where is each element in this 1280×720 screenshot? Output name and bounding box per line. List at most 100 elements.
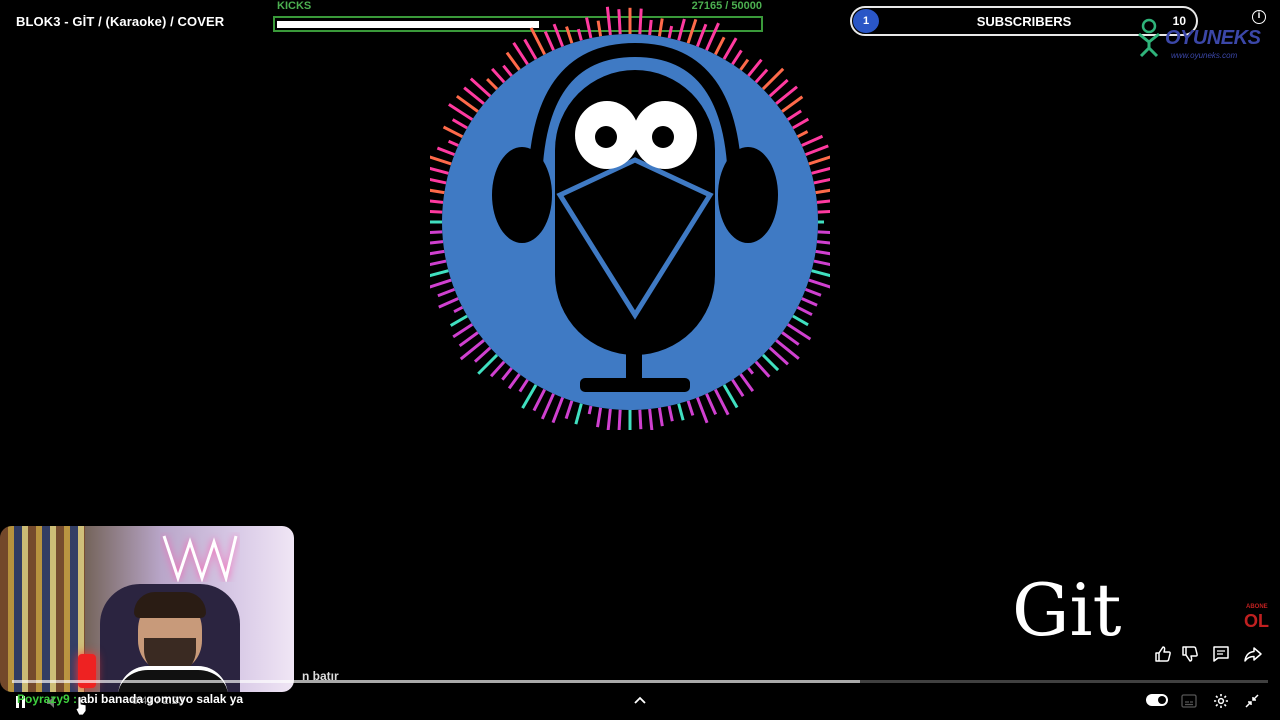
visualizer-ray bbox=[617, 409, 622, 430]
visualizer-ray bbox=[816, 199, 830, 204]
visualizer-ray bbox=[430, 230, 443, 234]
visualizer-ray bbox=[596, 407, 603, 428]
kicks-label: KICKS bbox=[277, 0, 312, 12]
visualizer-ray bbox=[551, 396, 565, 424]
subscribe-badge-top: ABONE bbox=[1246, 604, 1268, 610]
visualizer-ray bbox=[638, 409, 643, 430]
visualizer-ray bbox=[714, 36, 726, 56]
visualizer-ray bbox=[808, 278, 830, 289]
comment-icon[interactable] bbox=[1211, 644, 1231, 664]
visualizer-ray bbox=[739, 373, 755, 392]
webcam-background-shelf bbox=[0, 526, 85, 692]
chat-username: Poyrazy9 : bbox=[17, 692, 81, 706]
visualizer-ray bbox=[606, 408, 612, 430]
visualizer-ray bbox=[523, 38, 538, 60]
visualizer-ray bbox=[452, 323, 474, 339]
neon-sign-icon bbox=[162, 535, 238, 582]
visualizer-ray bbox=[722, 37, 738, 60]
chevron-up-icon[interactable] bbox=[632, 694, 648, 706]
share-icon[interactable] bbox=[1243, 644, 1263, 664]
visualizer-ray bbox=[430, 166, 449, 175]
visualizer-ray bbox=[438, 297, 459, 309]
thumbs-down-icon[interactable] bbox=[1180, 644, 1200, 664]
visualizer-ray bbox=[705, 393, 718, 416]
visualizer-ray bbox=[430, 177, 447, 185]
visualizer-ray bbox=[489, 360, 506, 378]
visualizer-ray bbox=[437, 287, 456, 298]
visualizer-ray bbox=[512, 41, 529, 66]
visualizer-ray bbox=[430, 188, 445, 195]
subscribe-badge: ABONE OL bbox=[1242, 604, 1276, 634]
logo-text: OYUNEKS bbox=[1165, 27, 1261, 49]
visualizer-ray bbox=[686, 18, 698, 44]
visualizer-ray bbox=[576, 28, 583, 41]
visualizer-ray bbox=[449, 314, 468, 327]
visualizer-ray bbox=[816, 240, 830, 245]
visualizer-ray bbox=[453, 306, 464, 313]
visualizer-ray bbox=[638, 8, 643, 35]
visualizer-ray bbox=[796, 306, 813, 317]
visualizer-ray bbox=[657, 18, 664, 37]
visualizer-ray bbox=[667, 25, 674, 39]
visualizer-ray bbox=[714, 388, 730, 416]
visualizer-ray bbox=[811, 166, 830, 175]
autoplay-toggle[interactable] bbox=[1146, 694, 1168, 706]
visualizer-ray bbox=[808, 155, 830, 166]
visualizer-ray bbox=[473, 346, 492, 363]
visualizer-ray bbox=[574, 403, 583, 425]
visualizer-ray bbox=[605, 6, 612, 36]
thumbs-up-icon[interactable] bbox=[1153, 644, 1173, 664]
visualizer-ray bbox=[596, 20, 603, 37]
visualizer-ray bbox=[792, 314, 809, 327]
visualizer-ray bbox=[430, 269, 449, 278]
visualizer-ray bbox=[677, 18, 686, 41]
visualizer-ray bbox=[667, 405, 674, 422]
visualizer-ray bbox=[781, 95, 804, 113]
visualizer-ray bbox=[430, 240, 444, 245]
visualizer-ray bbox=[587, 405, 593, 415]
gear-icon[interactable] bbox=[1213, 693, 1229, 709]
visualizer-ray bbox=[754, 68, 769, 84]
info-icon[interactable] bbox=[1252, 10, 1266, 24]
visualizer-ray bbox=[502, 64, 513, 77]
visualizer-ray bbox=[442, 125, 464, 138]
visualizer-ray bbox=[786, 323, 812, 341]
visualizer-ray bbox=[532, 388, 546, 412]
chat-message: Poyrazy9 : abi banada gomuyo salak ya bbox=[17, 692, 243, 706]
visualizer-ray bbox=[817, 210, 830, 214]
visualizer-ray bbox=[451, 118, 468, 130]
visualizer-ray bbox=[518, 378, 529, 393]
visualizer-ray bbox=[430, 259, 447, 267]
visualizer-ray bbox=[648, 408, 654, 430]
video-title[interactable]: BLOK3 - GİT / (Karaoke) / COVER bbox=[16, 14, 224, 29]
visualizer-ray bbox=[430, 199, 444, 204]
visualizer-ray bbox=[430, 155, 452, 166]
visualizer-ray bbox=[786, 109, 802, 121]
visualizer-ray bbox=[458, 331, 479, 347]
visualizer-ray bbox=[796, 130, 809, 138]
visualizer-ray bbox=[447, 139, 459, 147]
visualizer-ray bbox=[811, 269, 830, 278]
audio-visualizer bbox=[430, 6, 830, 430]
visualizer-ray bbox=[768, 346, 789, 366]
visualizer-ray bbox=[677, 403, 685, 421]
visualizer-ray bbox=[815, 188, 830, 195]
visualizer-ray bbox=[430, 278, 452, 289]
visualizer-ray bbox=[657, 407, 664, 427]
visualizer-ray bbox=[540, 393, 555, 420]
visualizer-ray bbox=[455, 94, 479, 113]
visualizer-ray bbox=[815, 249, 830, 256]
visualizer-ray bbox=[648, 19, 653, 36]
lyric-text: Git bbox=[1012, 568, 1122, 652]
captions-icon[interactable] bbox=[1181, 694, 1197, 708]
visualizer-ray bbox=[521, 384, 538, 409]
video-progress-played bbox=[12, 680, 860, 683]
visualizer-ray bbox=[491, 67, 506, 84]
visualizer-ray bbox=[695, 396, 709, 424]
exit-fullscreen-icon[interactable] bbox=[1245, 694, 1259, 708]
visualizer-ray bbox=[552, 23, 565, 48]
visualizer-ray bbox=[507, 373, 521, 390]
visualizer-ray bbox=[739, 58, 750, 71]
visualizer-ray bbox=[705, 22, 720, 51]
video-progress-bar[interactable] bbox=[12, 680, 1268, 683]
